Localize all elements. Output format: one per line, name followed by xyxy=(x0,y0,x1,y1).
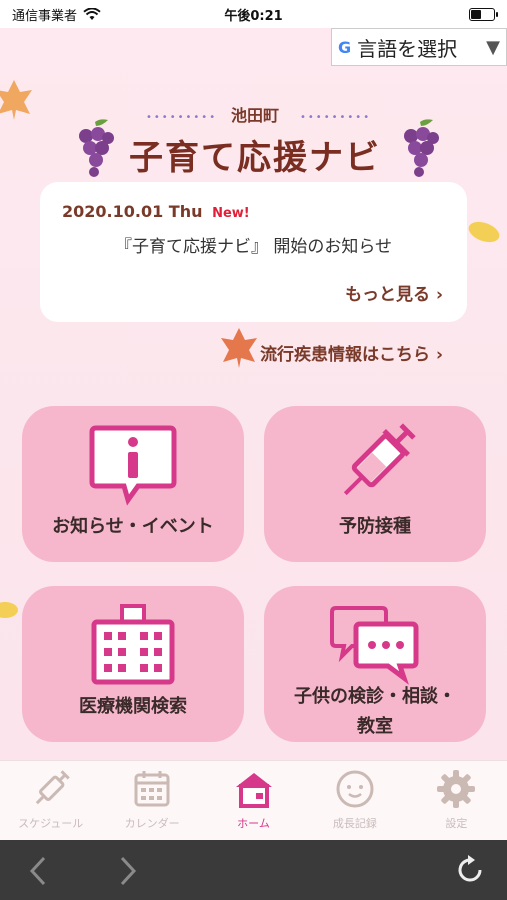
dropdown-arrow-icon: ▼ xyxy=(486,36,500,58)
more-link-label: もっと見る xyxy=(345,285,431,305)
chevron-right-icon: › xyxy=(435,285,443,305)
carrier-label: 通信事業者 xyxy=(12,8,78,24)
grape-icon xyxy=(79,119,114,177)
news-date-line: 2020.10.01 Thu New! xyxy=(62,202,250,221)
home-icon xyxy=(235,773,272,808)
tab-calendar[interactable]: カレンダー xyxy=(101,761,202,840)
vaccination-button[interactable]: 予防接種 xyxy=(264,406,486,562)
checkup-label-line1: 子供の検診・相談・ xyxy=(294,686,456,707)
tab-schedule-label: スケジュール xyxy=(18,817,84,830)
news-date: 2020.10.01 Thu xyxy=(62,202,203,221)
battery-icon xyxy=(469,7,498,21)
epidemic-info-label: 流行疾患情報はこちら xyxy=(260,345,431,365)
news-headline[interactable]: 『子育て応援ナビ』 開始のお知らせ xyxy=(40,232,467,257)
google-icon: G xyxy=(338,37,352,57)
language-select[interactable]: G 言語を選択 ▼ xyxy=(331,28,507,66)
red-leaf-icon xyxy=(221,328,257,368)
new-badge: New! xyxy=(212,206,250,221)
grape-icon xyxy=(404,119,439,177)
checkup-label-line2: 教室 xyxy=(357,716,393,737)
autumn-leaf-icon xyxy=(0,80,32,120)
syringe-icon xyxy=(35,770,70,805)
checkup-consultation-button[interactable]: 子供の検診・相談・ 教室 xyxy=(264,586,486,742)
browser-toolbar xyxy=(0,840,507,900)
news-card[interactable]: 2020.10.01 Thu New! 『子育て応援ナビ』 開始のお知らせ もっ… xyxy=(40,182,467,322)
tab-schedule[interactable]: スケジュール xyxy=(0,761,101,840)
tab-home-label: ホーム xyxy=(237,817,270,830)
language-select-label: 言語を選択 xyxy=(357,36,458,61)
tab-settings[interactable]: 設定 xyxy=(406,761,507,840)
info-icon xyxy=(22,422,244,506)
news-events-button[interactable]: お知らせ・イベント xyxy=(22,406,244,562)
medical-search-button[interactable]: 医療機関検索 xyxy=(22,586,244,742)
chat-bubbles-icon xyxy=(264,602,486,686)
yellow-leaf-icon xyxy=(468,221,500,243)
back-arrow-icon[interactable] xyxy=(28,856,48,886)
home-page: G 言語を選択 ▼ ••••••••• ••••••••• 池田町 子育て応援ナ… xyxy=(0,28,507,760)
status-bar: 通信事業者 午後0:21 xyxy=(0,0,507,28)
gear-icon xyxy=(437,770,476,808)
forward-arrow-icon[interactable] xyxy=(118,856,138,886)
tab-bar: スケジュール カレンダー ホーム 成長記録 設定 xyxy=(0,760,507,840)
status-left: 通信事業者 xyxy=(12,5,101,24)
wifi-icon xyxy=(83,7,101,20)
epidemic-info-link[interactable]: 流行疾患情報はこちら › xyxy=(260,340,443,365)
tab-settings-label: 設定 xyxy=(445,817,468,830)
calendar-icon xyxy=(134,771,170,807)
chevron-right-icon: › xyxy=(435,345,443,365)
tab-growth[interactable]: 成長記録 xyxy=(304,761,405,840)
more-link[interactable]: もっと見る › xyxy=(345,280,443,305)
tab-growth-label: 成長記録 xyxy=(332,817,377,830)
hospital-icon xyxy=(22,602,244,686)
medical-search-label: 医療機関検索 xyxy=(79,696,187,717)
vaccination-label: 予防接種 xyxy=(339,516,411,537)
tab-home[interactable]: ホーム xyxy=(203,761,304,840)
syringe-icon xyxy=(264,422,486,506)
yellow-leaf-icon xyxy=(0,602,18,618)
reload-icon[interactable] xyxy=(454,854,486,886)
tab-calendar-label: カレンダー xyxy=(124,817,180,830)
news-events-label: お知らせ・イベント xyxy=(52,516,214,537)
baby-face-icon xyxy=(336,770,374,808)
